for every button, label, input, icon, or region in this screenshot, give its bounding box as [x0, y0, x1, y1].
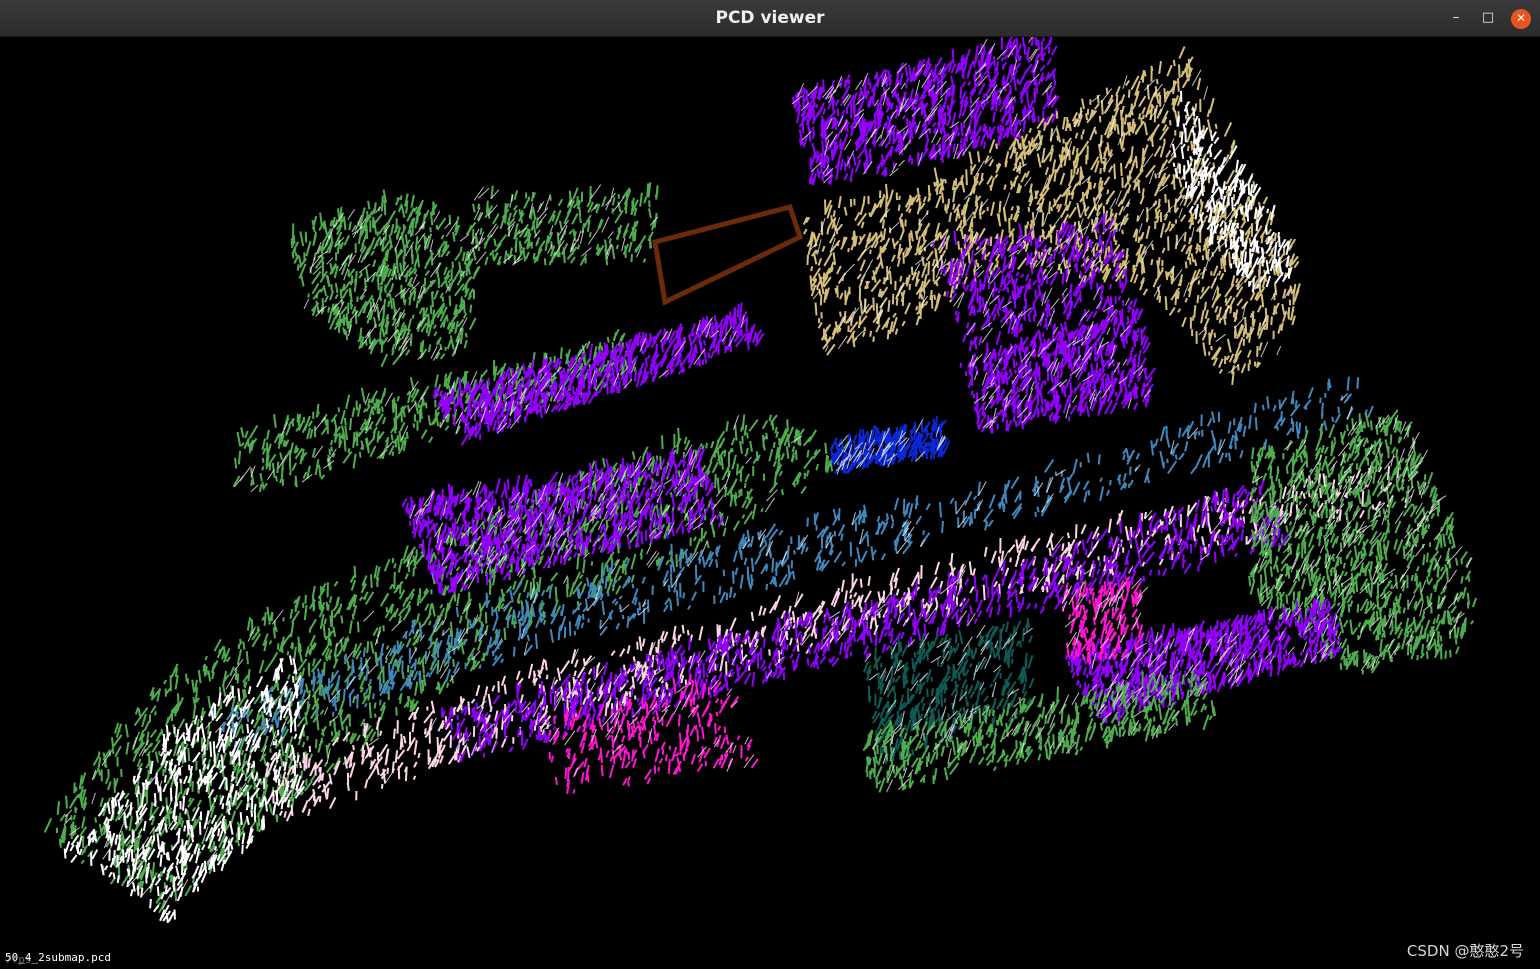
window-title: PCD viewer	[715, 8, 825, 28]
left-purple-block-points	[401, 445, 725, 595]
close-button[interactable]: ✕	[1511, 9, 1531, 29]
east-green-points	[1248, 409, 1478, 675]
trees-northwest-points	[290, 189, 487, 368]
point-cloud-viewport[interactable]	[0, 37, 1540, 969]
window-titlebar[interactable]: PCD viewer – □ ✕	[0, 0, 1540, 37]
point-cloud-render[interactable]	[0, 37, 1540, 969]
building-tan-north-points	[802, 46, 1301, 386]
brown-structure-points	[652, 203, 804, 306]
building-north-purple-points	[791, 37, 1060, 186]
ground-west-points	[43, 414, 850, 914]
south-teal-points	[862, 617, 1035, 765]
white-veg-west-points	[63, 655, 306, 924]
watermark-text: CSDN @憨憨2号	[1406, 942, 1524, 960]
blue-car-points	[830, 415, 951, 475]
ground-northwest-points	[232, 328, 637, 493]
trees-north-points	[472, 182, 659, 266]
loaded-file-label: 7fps 50_4_2submap.pcd	[5, 951, 111, 966]
minimize-button[interactable]: –	[1446, 9, 1466, 29]
fps-readout: 7fps	[5, 953, 32, 966]
maximize-button[interactable]: □	[1478, 9, 1498, 29]
